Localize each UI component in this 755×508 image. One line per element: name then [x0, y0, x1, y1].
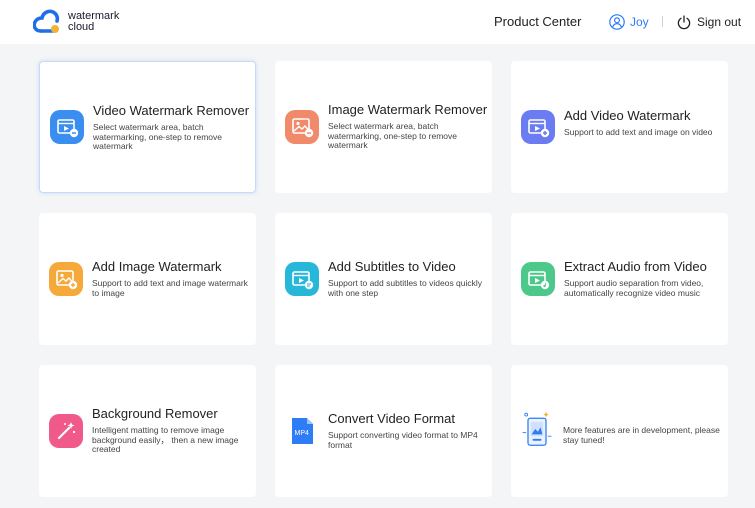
card-convert-video-format[interactable]: MP4 Convert Video Format Support convert…	[275, 365, 492, 497]
sign-out-button[interactable]: Sign out	[677, 12, 741, 32]
logo-text: watermark cloud	[68, 11, 119, 33]
card-title: Video Watermark Remover	[93, 103, 250, 118]
logo-line2: cloud	[68, 21, 95, 33]
card-extract-audio-from-video[interactable]: Extract Audio from Video Support audio s…	[511, 213, 728, 345]
magic-wand-icon	[49, 414, 83, 448]
cloud-logo-icon	[33, 9, 60, 33]
power-icon	[677, 14, 691, 29]
card-title: Add Image Watermark	[92, 259, 222, 274]
video-remove-icon	[50, 110, 84, 144]
card-description: Intelligent matting to remove image back…	[92, 425, 239, 454]
top-header: watermark cloud Product Center Joy Sign …	[0, 0, 755, 44]
card-more-features: More features are in development, please…	[511, 365, 728, 497]
card-description: Support converting video format to MP4 f…	[328, 430, 478, 450]
user-menu[interactable]: Joy	[609, 12, 649, 32]
card-title: Extract Audio from Video	[564, 259, 707, 274]
card-add-video-watermark[interactable]: Add Video Watermark Support to add text …	[511, 61, 728, 193]
logo[interactable]: watermark cloud	[33, 8, 133, 38]
subtitle-icon	[285, 262, 319, 296]
card-description: Select watermark area, batch watermarkin…	[93, 122, 222, 151]
product-center-link[interactable]: Product Center	[494, 14, 581, 29]
image-remove-icon	[285, 110, 319, 144]
card-description: Select watermark area, batch watermarkin…	[328, 121, 457, 150]
user-name: Joy	[630, 15, 649, 29]
in-development-note: More features are in development, please…	[563, 425, 720, 445]
card-title: Background Remover	[92, 406, 218, 421]
card-description: Support audio separation from video, aut…	[564, 278, 704, 298]
mp4-file-icon: MP4	[285, 414, 319, 448]
card-title: Add Subtitles to Video	[328, 259, 456, 274]
card-description: Support to add text and image watermark …	[92, 278, 248, 298]
header-divider	[662, 16, 663, 27]
card-video-watermark-remover[interactable]: Video Watermark Remover Select watermark…	[39, 61, 256, 193]
image-add-icon	[49, 262, 83, 296]
user-icon	[609, 14, 625, 30]
phone-development-icon	[522, 411, 552, 446]
card-title: Convert Video Format	[328, 411, 455, 426]
mp4-label: MP4	[295, 430, 310, 437]
card-image-watermark-remover[interactable]: Image Watermark Remover Select watermark…	[275, 61, 492, 193]
video-add-icon	[521, 110, 555, 144]
audio-extract-icon	[521, 262, 555, 296]
card-add-subtitles-to-video[interactable]: Add Subtitles to Video Support to add su…	[275, 213, 492, 345]
card-description: Support to add subtitles to videos quick…	[328, 278, 483, 298]
card-title: Add Video Watermark	[564, 108, 691, 123]
card-title: Image Watermark Remover	[328, 102, 488, 117]
card-background-remover[interactable]: Background Remover Intelligent matting t…	[39, 365, 256, 497]
card-add-image-watermark[interactable]: Add Image Watermark Support to add text …	[39, 213, 256, 345]
sign-out-label: Sign out	[697, 15, 742, 29]
card-description: Support to add text and image on video	[564, 127, 713, 137]
